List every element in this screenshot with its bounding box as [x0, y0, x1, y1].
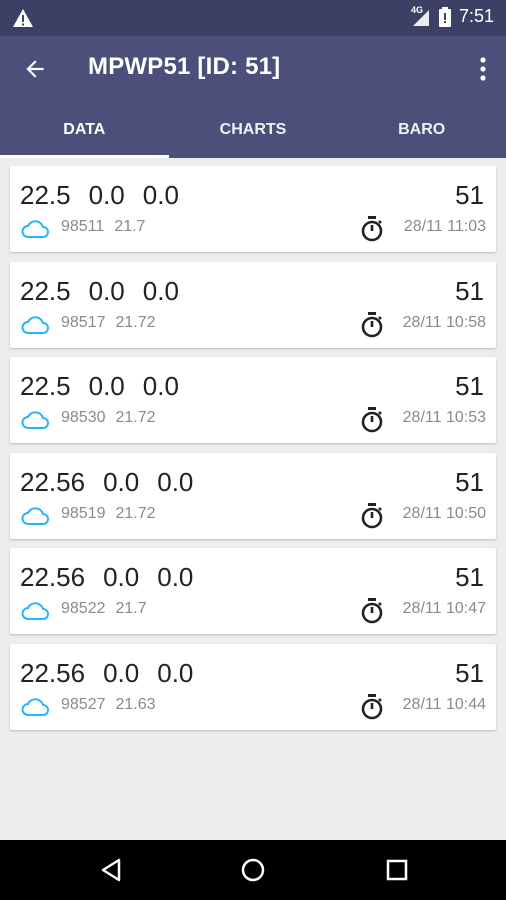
station-id: 51	[455, 562, 484, 593]
reading-values: 22.5 0.0 0.0	[20, 276, 197, 307]
value-1: 22.5	[20, 371, 71, 402]
stopwatch-icon	[361, 407, 383, 433]
list-item[interactable]: 22.5 0.0 0.0 51 98511 21.7 28/11 11:03	[10, 166, 496, 252]
temperature-value: 21.72	[115, 504, 156, 522]
timestamp: 28/11 10:50	[402, 504, 486, 522]
value-3: 0.0	[142, 275, 179, 306]
temperature-value: 21.63	[115, 695, 156, 713]
timestamp: 28/11 10:47	[402, 600, 486, 618]
warning-icon	[13, 9, 33, 27]
tab-charts[interactable]: CHARTS	[169, 102, 338, 158]
value-2: 0.0	[88, 180, 125, 210]
cloud-icon	[21, 602, 49, 621]
reading-details: 98517 21.72	[61, 314, 166, 332]
stopwatch-icon	[361, 216, 383, 242]
reading-details: 98522 21.7	[61, 600, 157, 618]
tab-indicator	[0, 155, 169, 158]
stopwatch-icon	[361, 502, 383, 529]
value-1: 22.56	[20, 562, 86, 593]
cloud-icon	[21, 315, 49, 334]
pressure-value: 98511	[61, 218, 105, 235]
clock: 7:51	[458, 6, 494, 26]
reading-details: 98511 21.7	[61, 218, 155, 236]
value-1: 22.56	[20, 657, 86, 688]
pressure-value: 98522	[61, 600, 106, 618]
cloud-icon	[21, 698, 49, 716]
cloud-icon	[21, 220, 49, 238]
pressure-value: 98530	[61, 409, 106, 427]
timestamp: 28/11 11:03	[403, 218, 486, 235]
reading-list: 22.5 0.0 0.0 51 98511 21.7 28/11 11:03 22.5…	[10, 166, 496, 740]
arrow-back-icon[interactable]	[22, 56, 48, 82]
pressure-value: 98517	[61, 313, 106, 331]
reading-values: 22.56 0.0 0.0	[20, 467, 211, 498]
reading-values: 22.5 0.0 0.0	[20, 180, 197, 211]
timestamp: 28/11 10:58	[402, 313, 486, 331]
list-item[interactable]: 22.56 0.0 0.0 51 98519 21.72 28/11 10:50	[10, 452, 496, 539]
tab-bar: DATA CHARTS BARO	[0, 102, 506, 158]
reading-details: 98530 21.72	[61, 409, 166, 427]
stopwatch-icon	[361, 598, 383, 624]
station-id: 51	[455, 180, 484, 210]
pressure-value: 98519	[61, 504, 106, 522]
pressure-value: 98527	[61, 695, 106, 713]
station-id: 51	[455, 466, 484, 497]
value-1: 22.5	[20, 180, 71, 210]
reading-values: 22.56 0.0 0.0	[20, 562, 211, 593]
stopwatch-icon	[361, 693, 383, 720]
value-2: 0.0	[103, 657, 140, 688]
temperature-value: 21.72	[115, 313, 156, 331]
value-3: 0.0	[142, 180, 179, 210]
value-3: 0.0	[157, 657, 194, 688]
value-2: 0.0	[103, 562, 140, 593]
value-1: 22.5	[20, 275, 71, 306]
temperature-value: 21.7	[114, 218, 146, 235]
nav-recents-icon[interactable]	[384, 857, 410, 883]
page-title: MPWP51 [ID: 51]	[88, 53, 281, 80]
value-2: 0.0	[88, 275, 125, 306]
network-type: 4G	[410, 4, 423, 15]
list-item[interactable]: 22.5 0.0 0.0 51 98530 21.72 28/11 10:53	[10, 357, 496, 444]
station-id: 51	[455, 275, 484, 306]
temperature-value: 21.72	[115, 409, 156, 427]
cloud-icon	[21, 507, 49, 525]
temperature-value: 21.7	[115, 600, 147, 618]
value-1: 22.56	[20, 466, 86, 497]
value-2: 0.0	[103, 466, 140, 497]
list-item[interactable]: 22.56 0.0 0.0 51 98522 21.7 28/11 10:47	[10, 548, 496, 635]
app-bar: MPWP51 [ID: 51]	[0, 36, 506, 102]
reading-details: 98519 21.72	[61, 505, 166, 523]
list-item[interactable]: 22.56 0.0 0.0 51 98527 21.63 28/11 10:44	[10, 643, 496, 730]
more-vert-icon[interactable]	[478, 56, 488, 82]
cloud-icon	[21, 411, 49, 430]
reading-values: 22.56 0.0 0.0	[20, 658, 211, 689]
stopwatch-icon	[361, 311, 383, 337]
tab-data[interactable]: DATA	[0, 102, 169, 158]
system-nav-bar	[0, 840, 506, 900]
signal-icon: 4G	[410, 4, 431, 27]
nav-home-icon[interactable]	[240, 857, 266, 883]
nav-back-icon[interactable]	[98, 857, 124, 883]
list-item[interactable]: 22.5 0.0 0.0 51 98517 21.72 28/11 10:58	[10, 261, 496, 348]
timestamp: 28/11 10:44	[402, 695, 486, 713]
value-3: 0.0	[157, 562, 194, 593]
station-id: 51	[455, 371, 484, 402]
status-bar: 4G 7:51	[0, 0, 506, 36]
value-2: 0.0	[88, 371, 125, 402]
value-3: 0.0	[142, 371, 179, 402]
tab-baro[interactable]: BARO	[337, 102, 506, 158]
battery-icon	[438, 6, 451, 27]
reading-details: 98527 21.63	[61, 696, 166, 714]
station-id: 51	[455, 657, 484, 688]
reading-values: 22.5 0.0 0.0	[20, 371, 197, 402]
timestamp: 28/11 10:53	[402, 409, 486, 427]
value-3: 0.0	[157, 466, 194, 497]
